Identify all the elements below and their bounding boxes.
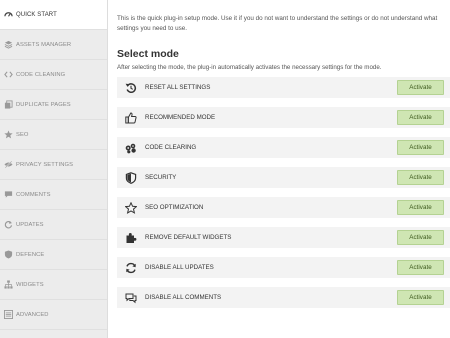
mode-label: CODE CLEARING bbox=[145, 144, 197, 151]
activate-button[interactable]: Activate bbox=[397, 230, 444, 245]
sidebar-item-label: ASSETS MANAGER bbox=[16, 41, 72, 48]
mode-row-disable-all-updates: DISABLE ALL UPDATES Activate bbox=[117, 257, 450, 278]
mode-label: DISABLE ALL COMMENTS bbox=[145, 294, 222, 301]
section-description: After selecting the mode, the plug-in au… bbox=[117, 64, 382, 71]
sidebar-item-label: QUICK START bbox=[16, 11, 57, 18]
thumbs-up-icon bbox=[124, 111, 138, 125]
mode-label: SEO OPTIMIZATION bbox=[145, 204, 204, 211]
sidebar-item-label: CODE CLEANING bbox=[16, 71, 66, 78]
refresh-icon bbox=[124, 261, 138, 275]
mode-label: SECURITY bbox=[145, 174, 177, 181]
undo-icon bbox=[124, 81, 138, 95]
mode-row-seo-optimization: SEO OPTIMIZATION Activate bbox=[117, 197, 450, 218]
sidebar-item-updates[interactable]: UPDATES bbox=[0, 210, 107, 240]
sidebar-item-label: COMMENTS bbox=[16, 191, 51, 198]
sidebar-item-label: ADVANCED bbox=[16, 311, 49, 318]
sidebar-item-quick-start[interactable]: QUICK START bbox=[0, 0, 107, 30]
code-icon bbox=[3, 70, 13, 80]
shield-icon bbox=[124, 171, 138, 185]
sidebar-item-duplicate-pages[interactable]: DUPLICATE PAGES bbox=[0, 90, 107, 120]
comments-icon bbox=[124, 291, 138, 305]
sidebar-item-widgets[interactable]: WIDGETS bbox=[0, 270, 107, 300]
sidebar-item-label: PRIVACY SETTINGS bbox=[16, 161, 74, 168]
sidebar-item-defence[interactable]: DEFENCE bbox=[0, 240, 107, 270]
mode-row-security: SECURITY Activate bbox=[117, 167, 450, 188]
star-icon bbox=[3, 130, 13, 140]
sitemap-icon bbox=[3, 280, 13, 290]
star-outline-icon bbox=[124, 201, 138, 215]
comment-icon bbox=[3, 190, 13, 200]
sidebar-item-label: SEO bbox=[16, 131, 29, 138]
activate-button[interactable]: Activate bbox=[397, 290, 444, 305]
sidebar-item-label: DUPLICATE PAGES bbox=[16, 101, 71, 108]
mode-row-reset-all-settings: RESET ALL SETTINGS Activate bbox=[117, 77, 450, 98]
mode-label: DISABLE ALL UPDATES bbox=[145, 264, 214, 271]
mode-row-recommended-mode: RECOMMENDED MODE Activate bbox=[117, 107, 450, 128]
shield-icon bbox=[3, 250, 13, 260]
sidebar-item-label: UPDATES bbox=[16, 221, 44, 228]
main-panel: This is the quick plug-in setup mode. Us… bbox=[108, 0, 450, 338]
list-icon bbox=[3, 310, 13, 320]
mode-list: RESET ALL SETTINGS Activate RECOMMENDED … bbox=[117, 77, 450, 308]
activate-button[interactable]: Activate bbox=[397, 110, 444, 125]
sidebar-item-comments[interactable]: COMMENTS bbox=[0, 180, 107, 210]
sidebar-item-advanced[interactable]: ADVANCED bbox=[0, 300, 107, 330]
sidebar: QUICK START ASSETS MANAGER CODE CLEANING… bbox=[0, 0, 108, 338]
sidebar-item-code-cleaning[interactable]: CODE CLEANING bbox=[0, 60, 107, 90]
refresh-icon bbox=[3, 220, 13, 230]
broom-icon bbox=[124, 141, 138, 155]
sidebar-item-seo[interactable]: SEO bbox=[0, 120, 107, 150]
mode-row-remove-default-widgets: REMOVE DEFAULT WIDGETS Activate bbox=[117, 227, 450, 248]
sidebar-item-label: WIDGETS bbox=[16, 281, 44, 288]
activate-button[interactable]: Activate bbox=[397, 200, 444, 215]
activate-button[interactable]: Activate bbox=[397, 80, 444, 95]
activate-button[interactable]: Activate bbox=[397, 260, 444, 275]
mode-label: REMOVE DEFAULT WIDGETS bbox=[145, 234, 232, 241]
activate-button[interactable]: Activate bbox=[397, 140, 444, 155]
sidebar-item-assets-manager[interactable]: ASSETS MANAGER bbox=[0, 30, 107, 60]
sidebar-item-label: DEFENCE bbox=[16, 251, 45, 258]
eye-slash-icon bbox=[3, 160, 13, 170]
mode-row-disable-all-comments: DISABLE ALL COMMENTS Activate bbox=[117, 287, 450, 308]
mode-row-code-clearing: CODE CLEARING Activate bbox=[117, 137, 450, 158]
intro-text: This is the quick plug-in setup mode. Us… bbox=[117, 15, 438, 32]
puzzle-icon bbox=[124, 231, 138, 245]
mode-label: RECOMMENDED MODE bbox=[145, 114, 216, 121]
section-title: Select mode bbox=[117, 48, 179, 60]
mode-label: RESET ALL SETTINGS bbox=[145, 84, 211, 91]
layers-icon bbox=[3, 40, 13, 50]
activate-button[interactable]: Activate bbox=[397, 170, 444, 185]
duplicate-icon bbox=[3, 100, 13, 110]
gauge-icon bbox=[3, 10, 13, 20]
sidebar-item-privacy-settings[interactable]: PRIVACY SETTINGS bbox=[0, 150, 107, 180]
